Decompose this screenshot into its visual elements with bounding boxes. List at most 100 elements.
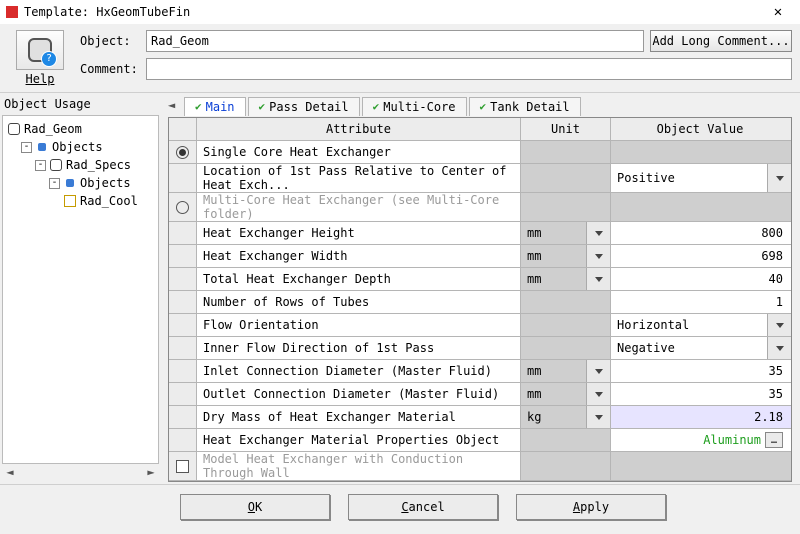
- row-gutter: [169, 268, 197, 290]
- obj-icon: [7, 122, 21, 136]
- tab-label: Tank Detail: [490, 100, 569, 114]
- collapse-tree-button[interactable]: ◄: [168, 98, 182, 114]
- tree-item-label: Rad_Specs: [66, 158, 131, 172]
- tree-item[interactable]: -Objects: [3, 138, 158, 156]
- tab-multi-core[interactable]: ✔Multi-Core: [362, 97, 467, 116]
- radio-icon[interactable]: [176, 146, 189, 159]
- grid-icon: [63, 194, 77, 208]
- grid-row: Single Core Heat Exchanger: [169, 141, 791, 164]
- col-header-attr: Attribute: [197, 118, 521, 140]
- value-cell[interactable]: 698: [611, 245, 791, 267]
- value-text: Positive: [611, 164, 767, 192]
- chevron-down-icon[interactable]: [586, 268, 610, 290]
- attribute-label: Multi-Core Heat Exchanger (see Multi-Cor…: [197, 193, 521, 221]
- unit-value: mm: [521, 268, 586, 290]
- row-radio[interactable]: [169, 141, 197, 163]
- chevron-down-icon[interactable]: [586, 360, 610, 382]
- value-text: Negative: [611, 337, 767, 359]
- value-text: Aluminum: [703, 433, 761, 447]
- object-label: Object:: [80, 34, 140, 48]
- value-select[interactable]: Negative: [611, 337, 791, 359]
- tree-item[interactable]: - Rad_Specs: [3, 156, 158, 174]
- tree-expander-icon[interactable]: -: [49, 178, 60, 189]
- value-cell[interactable]: 35: [611, 383, 791, 405]
- tree-scrollbar[interactable]: ◄ ►: [0, 464, 161, 482]
- grid-row: Heat Exchanger Heightmm800: [169, 222, 791, 245]
- row-checkbox[interactable]: [169, 452, 197, 480]
- tree-expander-icon[interactable]: -: [35, 160, 46, 171]
- close-button[interactable]: ✕: [756, 0, 800, 24]
- check-icon: ✔: [259, 100, 266, 113]
- attribute-label: Outlet Connection Diameter (Master Fluid…: [197, 383, 521, 405]
- row-gutter: [169, 360, 197, 382]
- value-cell: [611, 141, 791, 163]
- unit-select[interactable]: mm: [521, 360, 611, 382]
- ellipsis-button[interactable]: …: [765, 432, 783, 448]
- object-name-input[interactable]: [146, 30, 644, 52]
- cancel-button[interactable]: Cancel: [348, 494, 498, 520]
- row-gutter: [169, 406, 197, 428]
- value-cell[interactable]: 1: [611, 291, 791, 313]
- value-cell[interactable]: 800: [611, 222, 791, 244]
- chevron-down-icon[interactable]: [586, 406, 610, 428]
- chevron-down-icon[interactable]: [586, 245, 610, 267]
- row-gutter: [169, 245, 197, 267]
- value-select[interactable]: Horizontal: [611, 314, 791, 336]
- grid-row: Dry Mass of Heat Exchanger Materialkg2.1…: [169, 406, 791, 429]
- chevron-down-icon[interactable]: [767, 337, 791, 359]
- unit-select[interactable]: mm: [521, 383, 611, 405]
- chevron-down-icon[interactable]: [586, 222, 610, 244]
- unit-select[interactable]: mm: [521, 268, 611, 290]
- unit-value: kg: [521, 406, 586, 428]
- tab-main[interactable]: ✔Main: [184, 97, 246, 116]
- chevron-down-icon[interactable]: [586, 383, 610, 405]
- attribute-label: Number of Rows of Tubes: [197, 291, 521, 313]
- value-cell[interactable]: 35: [611, 360, 791, 382]
- row-gutter: [169, 383, 197, 405]
- attribute-label: Location of 1st Pass Relative to Center …: [197, 164, 521, 192]
- unit-cell: [521, 164, 611, 192]
- attribute-label: Flow Orientation: [197, 314, 521, 336]
- scroll-left-icon[interactable]: ◄: [2, 465, 18, 481]
- chevron-down-icon[interactable]: [767, 164, 791, 192]
- obj-icon: [49, 158, 63, 172]
- value-cell[interactable]: 40: [611, 268, 791, 290]
- check-icon: ✔: [480, 100, 487, 113]
- apply-button[interactable]: Apply: [516, 494, 666, 520]
- tree-item[interactable]: - Objects: [3, 174, 158, 192]
- value-cell[interactable]: 2.18: [611, 406, 791, 428]
- row-radio[interactable]: [169, 193, 197, 221]
- scroll-right-icon[interactable]: ►: [143, 465, 159, 481]
- add-long-comment-button[interactable]: Add Long Comment...: [650, 30, 792, 52]
- value-cell: [611, 452, 791, 480]
- unit-select[interactable]: mm: [521, 222, 611, 244]
- radio-icon[interactable]: [176, 201, 189, 214]
- ok-button[interactable]: OK: [180, 494, 330, 520]
- help-button[interactable]: [16, 30, 64, 70]
- object-usage-tree[interactable]: Rad_Geom-Objects-Rad_Specs-ObjectsRad_Co…: [2, 115, 159, 464]
- tab-pass-detail[interactable]: ✔Pass Detail: [248, 97, 360, 116]
- tree-item-label: Rad_Geom: [24, 122, 82, 136]
- button-bar: OK Cancel Apply: [0, 487, 800, 527]
- checkbox-icon[interactable]: [176, 460, 189, 473]
- unit-select[interactable]: mm: [521, 245, 611, 267]
- tree-item[interactable]: Rad_Geom: [3, 120, 158, 138]
- chevron-down-icon[interactable]: [767, 314, 791, 336]
- attribute-label: Total Heat Exchanger Depth: [197, 268, 521, 290]
- tree-item-label: Objects: [80, 176, 131, 190]
- tree-item[interactable]: Rad_Cool: [3, 192, 158, 210]
- content-pane: ◄ ✔Main✔Pass Detail✔Multi-Core✔Tank Deta…: [164, 95, 800, 482]
- tab-label: Pass Detail: [269, 100, 348, 114]
- tree-expander-icon[interactable]: -: [21, 142, 32, 153]
- tree-pane: Object Usage Rad_Geom-Objects-Rad_Specs-…: [0, 95, 161, 482]
- value-select[interactable]: Positive: [611, 164, 791, 192]
- value-ref-cell[interactable]: Aluminum …: [611, 429, 791, 451]
- grid-header-row: AttributeUnitObject Value: [169, 118, 791, 141]
- comment-input[interactable]: [146, 58, 792, 80]
- unit-select[interactable]: kg: [521, 406, 611, 428]
- dot-icon: [35, 140, 49, 154]
- tree-item-label: Rad_Cool: [80, 194, 138, 208]
- unit-value: mm: [521, 360, 586, 382]
- unit-cell: [521, 429, 611, 451]
- tab-tank-detail[interactable]: ✔Tank Detail: [469, 97, 581, 116]
